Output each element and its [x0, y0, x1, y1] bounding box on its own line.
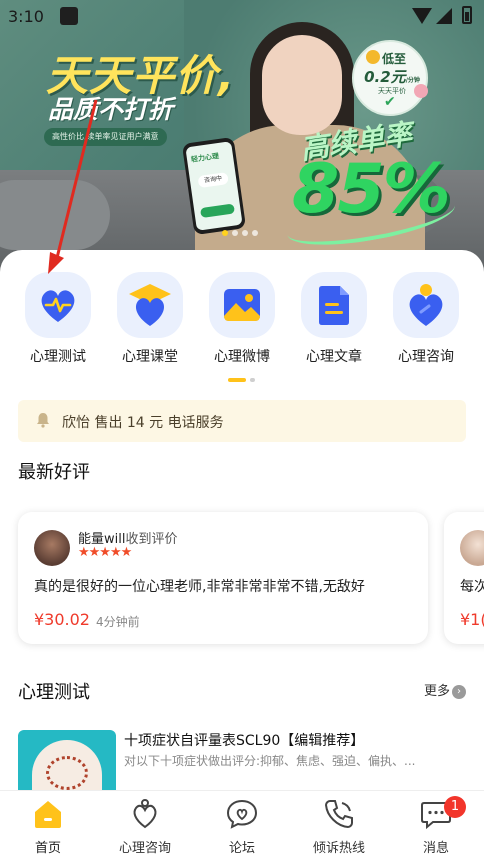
price-badge-prefix: 低至 [382, 52, 407, 66]
menu-item-psych-weibo[interactable]: 心理微博 [196, 272, 288, 366]
battery-icon [462, 6, 472, 24]
home-icon [31, 797, 65, 831]
menu-item-psych-class[interactable]: 心理课堂 [104, 272, 196, 366]
nav-label: 倾诉热线 [312, 841, 365, 856]
banner-person-face [262, 35, 342, 135]
feature-menu: 心理测试 心理课堂 心理微博 心理文章 心理咨询 [0, 272, 484, 372]
more-label: 更多 [423, 684, 450, 699]
test-description: 对以下十项症状做出评分:抑郁、焦虑、强迫、偏执、... [124, 754, 416, 768]
menu-label: 心理课堂 [122, 349, 178, 365]
coin-icon [366, 50, 380, 64]
menu-page-dot-2 [250, 378, 255, 382]
reviews-section-title: 最新好评 [18, 462, 90, 483]
review-card[interactable]: 能量will收到评价 ★★★★★ 真的是很好的一位心理老师,非常非常非常不错,无… [18, 512, 428, 644]
document-icon [301, 272, 367, 338]
banner-phone-button [199, 203, 236, 219]
price-badge: 低至 0.2元/分钟 天天平价 ✔ [352, 40, 428, 116]
review-price: ¥1( [460, 610, 484, 629]
review-card-next[interactable]: 每次 ¥1( [444, 512, 484, 644]
banner-sofa-arm [0, 180, 110, 250]
decorative-dot [414, 84, 428, 98]
status-time: 3:10 [8, 7, 44, 26]
nav-label: 论坛 [228, 841, 255, 856]
more-tests-link[interactable]: 更多 › [424, 680, 466, 699]
menu-label: 心理文章 [306, 349, 362, 365]
graduation-heart-icon [117, 272, 183, 338]
test-title: 十项症状自评量表SCL90【编辑推荐】 [124, 733, 365, 749]
carousel-dot-3[interactable] [242, 230, 248, 236]
review-content: 真的是很好的一位心理老师,非常非常非常不错,无敌好 [34, 579, 365, 595]
person-heart-icon [393, 272, 459, 338]
banner-tagline: 高性价比,续单率见证用户满意 [44, 128, 167, 146]
wifi-icon [412, 8, 432, 24]
menu-label: 心理微博 [214, 349, 270, 365]
bottom-nav: 首页 心理咨询 论坛 倾诉热线 消息 [0, 790, 484, 860]
phone-icon [322, 797, 356, 831]
menu-label: 心理咨询 [398, 349, 454, 365]
status-bar: 3:10 [0, 0, 484, 34]
chat-heart-icon [225, 797, 259, 831]
tab-messages[interactable]: 消息 [388, 797, 484, 856]
image-icon [209, 272, 275, 338]
menu-item-psych-article[interactable]: 心理文章 [288, 272, 380, 366]
banner-phone-status: 咨询中 [197, 172, 229, 189]
banner-subtitle: 品质不打折 [48, 95, 174, 124]
heart-hand-icon [128, 797, 162, 831]
carousel-dot-2[interactable] [232, 230, 238, 236]
menu-page-dot-1 [228, 378, 246, 382]
avatar [34, 530, 70, 566]
banner-phone-app-name: 轻力心理 [190, 152, 220, 164]
review-time: 4分钟前 [96, 615, 140, 629]
nav-label: 消息 [422, 841, 449, 856]
promo-banner[interactable]: 轻力心理 咨询中 天天平价, 品质不打折 高性价比,续单率见证用户满意 低至 0… [0, 0, 484, 275]
unread-badge: 1 [444, 796, 466, 818]
tab-hotline[interactable]: 倾诉热线 [291, 797, 387, 856]
banner-phone-screen: 轻力心理 咨询中 [185, 141, 243, 231]
menu-label: 心理测试 [30, 349, 86, 365]
tab-consult[interactable]: 心理咨询 [97, 797, 193, 856]
sales-notice[interactable]: 欣怡 售出 14 元 电话服务 [18, 400, 466, 442]
review-content: 每次 [460, 579, 484, 595]
tests-section-title: 心理测试 [18, 682, 90, 703]
carousel-dot-4[interactable] [252, 230, 258, 236]
menu-item-psych-consult[interactable]: 心理咨询 [380, 272, 472, 366]
review-price: ¥30.02 [34, 610, 90, 629]
carousel-dot-1[interactable] [222, 230, 228, 236]
tab-forum[interactable]: 论坛 [194, 797, 290, 856]
menu-item-psych-test[interactable]: 心理测试 [12, 272, 104, 366]
signal-icon [436, 8, 452, 24]
notification-icon [60, 7, 78, 25]
star-rating: ★★★★★ [78, 545, 132, 560]
check-icon: ✔ [384, 94, 396, 110]
heartbeat-icon [25, 272, 91, 338]
tab-home[interactable]: 首页 [0, 797, 96, 856]
nav-label: 首页 [34, 841, 61, 856]
nav-label: 心理咨询 [118, 841, 171, 856]
home-content: 心理测试 心理课堂 心理微博 心理文章 心理咨询 欣怡 售出 14 元 电话服务… [0, 250, 484, 810]
price-badge-price: 0.2元/分钟 [364, 68, 420, 86]
bell-icon [37, 413, 49, 428]
carousel-indicator [222, 230, 258, 236]
notice-text: 欣怡 售出 14 元 电话服务 [62, 415, 224, 431]
chevron-right-icon: › [452, 684, 466, 699]
scribble-illustration [46, 756, 88, 790]
menu-page-indicator [228, 378, 255, 382]
avatar [460, 530, 484, 566]
